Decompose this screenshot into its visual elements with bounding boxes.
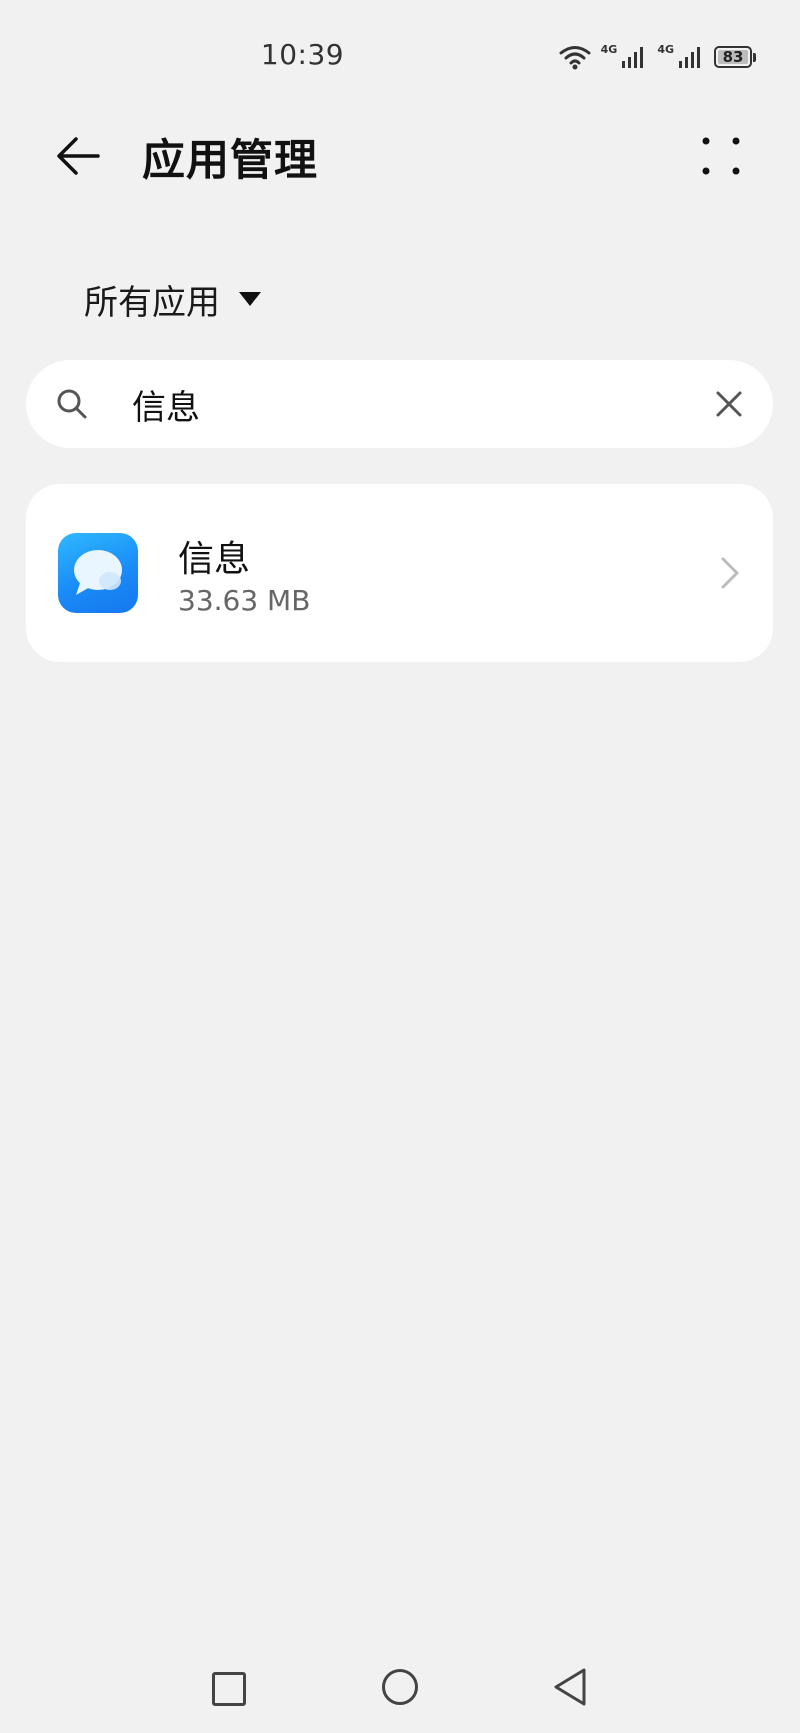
network-type-1: 4G: [600, 42, 618, 56]
close-icon: [716, 391, 742, 417]
page-title: 应用管理: [142, 136, 318, 186]
more-dots-icon: [702, 137, 740, 175]
triangle-back-icon: [554, 1668, 586, 1706]
app-name: 信息: [178, 539, 251, 580]
search-input[interactable]: [108, 374, 692, 434]
recents-button[interactable]: [212, 1672, 246, 1706]
wifi-icon: [559, 46, 591, 70]
status-time: 10:39: [260, 38, 345, 71]
dropdown-triangle-icon: [239, 292, 261, 306]
arrow-left-icon: [57, 137, 100, 175]
signal-icon: [622, 47, 644, 68]
search-bar: [26, 360, 773, 448]
network-type-2: 4G: [657, 42, 674, 56]
app-list-item[interactable]: 信息 33.63 MB: [26, 484, 773, 662]
clear-search-button[interactable]: [701, 376, 757, 432]
search-icon: [57, 389, 87, 419]
more-options-button[interactable]: [690, 128, 752, 184]
home-button[interactable]: [382, 1669, 418, 1705]
chevron-right-icon: [715, 548, 745, 598]
battery-level: 83: [718, 49, 748, 64]
battery-icon: 83: [714, 46, 756, 68]
nav-back-button[interactable]: [552, 1667, 588, 1707]
messages-app-icon: [58, 533, 138, 613]
app-size: 33.63 MB: [178, 584, 311, 617]
signal-icon: [679, 47, 700, 68]
app-filter-dropdown[interactable]: 所有应用: [84, 274, 262, 324]
filter-label: 所有应用: [84, 282, 220, 323]
status-icons: 4G 4G 83: [559, 42, 756, 72]
back-button[interactable]: [50, 128, 106, 184]
